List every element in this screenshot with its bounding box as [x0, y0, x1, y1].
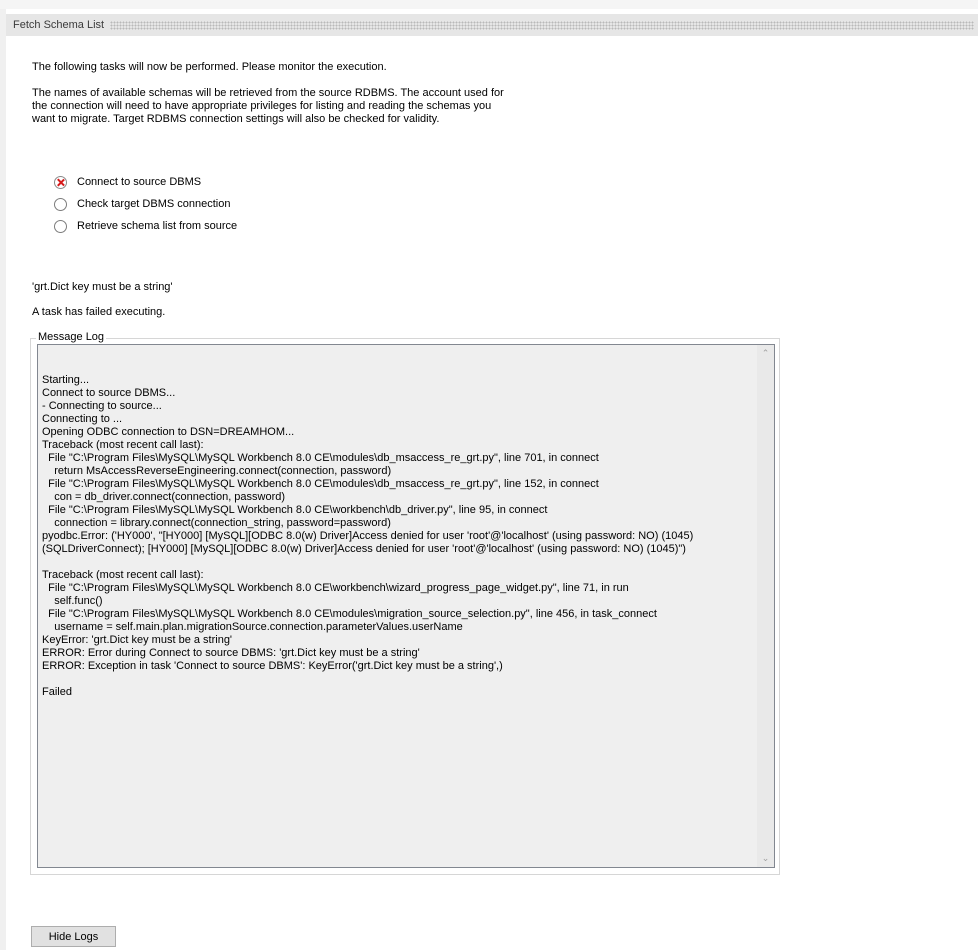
description-line: the connection will need to have appropr… — [32, 100, 492, 112]
failure-message: A task has failed executing. — [32, 306, 166, 318]
intro-text: The following tasks will now be performe… — [32, 61, 387, 73]
message-log-textarea[interactable]: Starting... Connect to source DBMS... - … — [37, 344, 775, 868]
description-text: The names of available schemas will be r… — [32, 87, 504, 126]
log-vertical-scrollbar[interactable]: ⌃ ⌄ — [757, 345, 774, 867]
title-bar-strip — [0, 0, 978, 9]
task-label: Connect to source DBMS — [77, 176, 202, 188]
hide-logs-button[interactable]: Hide Logs — [31, 926, 116, 947]
task-pending-icon — [54, 219, 67, 233]
description-line: The names of available schemas will be r… — [32, 87, 504, 99]
error-message: 'grt.Dict key must be a string' — [32, 281, 173, 293]
message-log-text: Starting... Connect to source DBMS... - … — [42, 374, 694, 698]
task-retrieve-schema: Retrieve schema list from source — [54, 219, 237, 233]
scroll-up-arrow-icon[interactable]: ⌃ — [757, 345, 774, 362]
task-connect-source: Connect to source DBMS — [54, 175, 201, 189]
task-label: Check target DBMS connection — [77, 198, 231, 210]
task-label: Retrieve schema list from source — [77, 220, 238, 232]
description-line: want to migrate. Target RDBMS connection… — [32, 113, 440, 125]
task-pending-icon — [54, 197, 67, 211]
scroll-down-arrow-icon[interactable]: ⌄ — [757, 850, 774, 867]
task-check-target: Check target DBMS connection — [54, 197, 230, 211]
task-failed-icon — [54, 175, 67, 189]
scroll-track[interactable] — [757, 362, 774, 850]
header-dotted-separator — [110, 20, 974, 30]
section-header: Fetch Schema List — [6, 14, 978, 36]
section-title: Fetch Schema List — [13, 19, 105, 31]
message-log-label: Message Log — [36, 331, 107, 344]
